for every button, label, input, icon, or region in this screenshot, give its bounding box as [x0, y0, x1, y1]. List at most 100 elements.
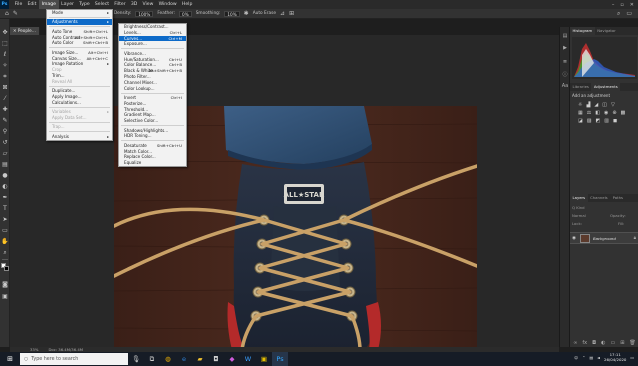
blur-tool-icon[interactable]: ● — [1, 172, 9, 180]
tab-layers[interactable]: Layers — [570, 194, 588, 202]
photo-filter-icon[interactable]: ◉ — [604, 110, 608, 116]
crop-tool-icon[interactable]: ⌗ — [1, 73, 9, 81]
shape-tool-icon[interactable]: ▭ — [1, 227, 9, 235]
image-menu-adjustments[interactable]: Adjustments ▸ — [47, 19, 112, 26]
image-menu-mode[interactable]: Mode ▸ — [47, 10, 112, 16]
brush-tool-icon[interactable]: ✎ — [1, 117, 9, 125]
pen-tool-icon[interactable]: ✒ — [1, 194, 9, 202]
auto-erase-checkbox[interactable]: Auto Erase — [253, 11, 276, 16]
microphone-icon[interactable]: 🎙︎ — [128, 352, 144, 366]
menu-help[interactable]: Help — [179, 0, 195, 9]
fx-icon[interactable]: fx — [582, 340, 587, 346]
levels-icon[interactable]: ▟ — [586, 102, 590, 108]
properties-panel-icon[interactable]: ≣ — [561, 59, 569, 67]
selective-color-icon[interactable]: ◼ — [613, 118, 617, 124]
menu-layer[interactable]: Layer — [59, 0, 77, 9]
trash-icon[interactable]: 🗑︎ — [629, 340, 635, 346]
tab-paths[interactable]: Paths — [610, 194, 625, 202]
search-icon[interactable]: ⌕ — [617, 10, 620, 18]
eraser-tool-icon[interactable]: ▱ — [1, 150, 9, 158]
gear-icon[interactable]: ✱ — [244, 10, 249, 17]
chevron-up-icon[interactable]: ⌃ — [582, 355, 585, 360]
dodge-tool-icon[interactable]: ◐ — [1, 183, 9, 191]
menu-file[interactable]: File — [12, 0, 25, 9]
history-brush-icon[interactable]: ↺ — [1, 139, 9, 147]
density-input[interactable]: 100% — [135, 10, 154, 17]
minimize-icon[interactable]: – — [612, 2, 615, 8]
new-layer-icon[interactable]: ⊞ — [620, 340, 624, 346]
hand-tool-icon[interactable]: ✋ — [1, 238, 9, 246]
photoshop-taskbar-icon[interactable]: Ps — [272, 352, 288, 366]
tab-adjustments[interactable]: Adjustments — [591, 83, 621, 91]
gradient-tool-icon[interactable]: ▤ — [1, 161, 9, 169]
black-white-icon[interactable]: ◧ — [595, 110, 600, 116]
tab-histogram[interactable]: Histogram — [570, 27, 595, 35]
path-select-icon[interactable]: ➤ — [1, 216, 9, 224]
image-menu-auto-color[interactable]: Auto Color Shift+Ctrl+B — [47, 40, 112, 46]
close-icon[interactable]: ✕ — [630, 2, 634, 8]
edge-icon[interactable]: e — [176, 352, 192, 366]
mask-icon[interactable]: ◘ — [592, 340, 596, 346]
more-tools-icon[interactable]: … — [1, 255, 9, 263]
adjustments-menu-color-lookup[interactable]: Color Lookup... — [119, 86, 186, 92]
smoothing-input[interactable]: 10% — [224, 10, 240, 17]
clock[interactable]: 17:11 26/04/2020 — [604, 352, 626, 363]
color-balance-icon[interactable]: ⚖ — [587, 110, 591, 116]
adjustment-layer-icon[interactable]: ◐ — [601, 340, 605, 346]
brightness-icon[interactable]: ☼ — [578, 102, 582, 108]
tab-libraries[interactable]: Libraries — [570, 83, 591, 91]
menu-filter[interactable]: Filter — [112, 0, 129, 9]
link-icon[interactable]: ∞ — [573, 340, 577, 346]
marquee-tool-icon[interactable]: ⬚ — [1, 40, 9, 48]
frame-tool-icon[interactable]: ⊠ — [1, 84, 9, 92]
image-menu-calculations[interactable]: Calculations... — [47, 100, 112, 106]
tab-channels[interactable]: Channels — [588, 194, 611, 202]
lasso-tool-icon[interactable]: ℓ — [1, 51, 9, 59]
tab-navigator[interactable]: Navigator — [595, 27, 619, 35]
taskbar-search[interactable]: ○ Type here to search — [20, 353, 128, 365]
eyedropper-icon[interactable]: ⁄ — [1, 95, 9, 103]
adjustments-menu-hdr-toning[interactable]: HDR Toning... — [119, 133, 186, 139]
vibrance-icon[interactable]: ▽ — [611, 102, 615, 108]
magic-wand-icon[interactable]: ✧ — [1, 62, 9, 70]
glyphs-panel-icon[interactable]: Aa — [561, 83, 569, 91]
adjustments-menu-exposure[interactable]: Exposure... — [119, 41, 186, 47]
document-tab[interactable]: ✕ People… — [10, 27, 40, 35]
people-icon[interactable]: ☺ — [574, 355, 578, 360]
store-icon[interactable]: ◘ — [208, 352, 224, 366]
adjustments-menu-equalize[interactable]: Equalize — [119, 160, 186, 166]
posterize-icon[interactable]: ▨ — [587, 118, 592, 124]
menu-3d[interactable]: 3D — [128, 0, 140, 9]
healing-brush-icon[interactable]: ✚ — [1, 106, 9, 114]
home-icon[interactable]: ⌂ — [5, 10, 9, 17]
menu-select[interactable]: Select — [92, 0, 111, 9]
windows-start-icon[interactable]: ⊞ — [0, 352, 20, 366]
feather-input[interactable]: 0% — [179, 10, 192, 17]
angle-icon[interactable]: ⊿ — [280, 10, 285, 17]
quick-mask-icon[interactable]: ◙ — [1, 281, 9, 289]
menu-edit[interactable]: Edit — [25, 0, 39, 9]
chrome-icon[interactable]: ◍ — [160, 352, 176, 366]
blend-mode-select[interactable]: Normal — [572, 213, 586, 218]
file-explorer-icon[interactable]: ▰ — [192, 352, 208, 366]
symmetry-icon[interactable]: ⊞ — [289, 10, 294, 17]
threshold-icon[interactable]: ◩ — [595, 118, 600, 124]
history-panel-icon[interactable]: ▤ — [561, 33, 569, 41]
channel-mixer-icon[interactable]: ⊕ — [612, 110, 616, 116]
clone-stamp-icon[interactable]: ⚲ — [1, 128, 9, 136]
layer-kind-filter[interactable]: Q Kind — [572, 205, 585, 210]
task-view-icon[interactable]: ⧉ — [144, 352, 160, 366]
volume-icon[interactable]: ◄ — [597, 355, 600, 360]
move-tool-icon[interactable]: ✥ — [1, 29, 9, 37]
screen-mode-icon[interactable]: ▣ — [1, 293, 9, 301]
app-icon[interactable]: ◆ — [224, 352, 240, 366]
info-panel-icon[interactable]: ⓘ — [561, 71, 569, 79]
invert-icon[interactable]: ◪ — [578, 118, 583, 124]
adjustments-menu-selective-color[interactable]: Selective Color... — [119, 118, 186, 124]
maximize-icon[interactable]: ▫ — [620, 2, 623, 8]
word-icon[interactable]: W — [240, 352, 256, 366]
curves-icon[interactable]: ◢ — [594, 102, 598, 108]
notification-icon[interactable]: ▭ — [630, 355, 634, 360]
menu-type[interactable]: Type — [77, 0, 93, 9]
menu-view[interactable]: View — [140, 0, 156, 9]
